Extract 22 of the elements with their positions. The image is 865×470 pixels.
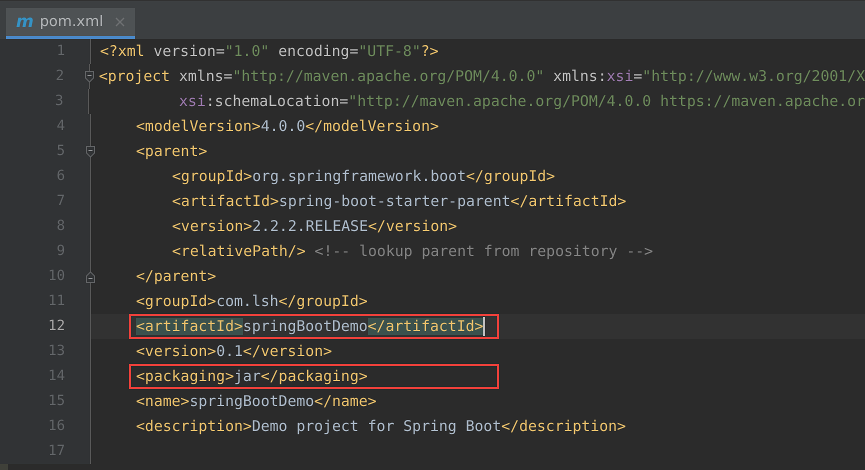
fold-icon[interactable] xyxy=(86,270,95,282)
code-line: <parent> xyxy=(136,142,208,162)
code-line: xsi:schemaLocation="http://maven.apache.org/POM/4.0.0 https://maven.apache.or xyxy=(179,92,865,112)
code-line: </parent> xyxy=(136,266,216,286)
line-number: 12 xyxy=(0,314,75,339)
fold-icon[interactable] xyxy=(86,146,95,158)
maven-file-icon: m xyxy=(16,14,34,30)
code-line: <version>0.1</version> xyxy=(136,342,332,362)
code-line: <?xml version="1.0" encoding="UTF-8"?> xyxy=(100,42,439,62)
code-line: <name>springBootDemo</name> xyxy=(136,392,377,412)
code-line: <relativePath/> <!-- lookup parent from repository --> xyxy=(172,242,654,262)
code-line: <packaging>jar</packaging> xyxy=(136,366,368,386)
code-line: <artifactId>springBootDemo</artifactId> xyxy=(136,316,484,336)
code-line: <artifactId>spring-boot-starter-parent</artifactId> xyxy=(172,192,626,212)
fold-icon[interactable] xyxy=(84,70,94,82)
code-line: <version>2.2.2.RELEASE</version> xyxy=(172,216,458,236)
code-line: <groupId>org.springframework.boot</groupId> xyxy=(172,166,556,186)
code-line: <modelVersion>4.0.0</modelVersion> xyxy=(136,116,439,136)
file-tab[interactable]: m pom.xml xyxy=(6,8,136,39)
code-line: <project xmlns="http://maven.apache.org/POM/4.0.0" xmlns:xsi="http://www.w3.org/2001/X xyxy=(98,66,865,86)
code-line: <groupId>com.lsh</groupId> xyxy=(136,292,368,312)
code-line: <description>Demo project for Spring Boot</description> xyxy=(136,416,626,436)
